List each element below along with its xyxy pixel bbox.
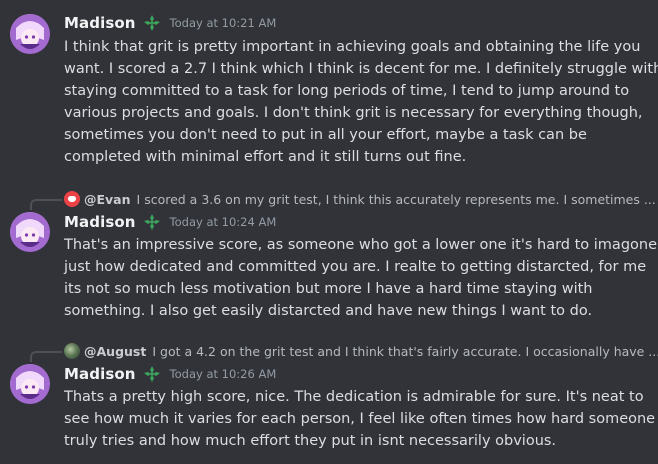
message-header: Madison Today at 10:24 AM: [64, 211, 276, 233]
reply-author[interactable]: @Evan: [84, 192, 131, 207]
user-photo-avatar-icon: [64, 343, 80, 359]
anime-avatar-icon: [10, 14, 50, 54]
reply-spine: [30, 199, 62, 210]
username[interactable]: Madison: [64, 213, 136, 231]
anime-avatar-icon: [10, 212, 50, 252]
message-timestamp[interactable]: Today at 10:24 AM: [170, 215, 277, 229]
reply-spine: [30, 351, 62, 362]
message-content: Thats a pretty high score, nice. The ded…: [64, 386, 656, 452]
message-timestamp[interactable]: Today at 10:21 AM: [170, 16, 277, 30]
message-line: something. I also get easily distarcted …: [64, 303, 593, 319]
username[interactable]: Madison: [64, 365, 136, 383]
user-avatar[interactable]: [10, 14, 50, 54]
message-line: Thats a pretty high score, nice. The ded…: [64, 389, 644, 405]
message-line: That's an impressive score, as someone w…: [64, 237, 657, 253]
message-line: completed with minimal effort and it sti…: [64, 149, 467, 165]
message-line: see how much it varies for each person, …: [64, 411, 656, 427]
message-header: Madison Today at 10:26 AM: [64, 363, 276, 385]
green-leaf-role-icon[interactable]: [142, 13, 162, 33]
reply-reference[interactable]: @August I got a 4.2 on the grit test and…: [64, 342, 658, 360]
chat-message-list: Madison Today at 10:21 AM I think that g…: [0, 0, 658, 464]
message-line: just how dedicated and committed you are…: [64, 259, 647, 275]
discord-default-avatar-icon: [64, 191, 80, 207]
anime-avatar-icon: [10, 364, 50, 404]
message-line: various projects and goals. I don't thin…: [64, 105, 643, 121]
message-content: That's an impressive score, as someone w…: [64, 234, 657, 322]
message-header: Madison Today at 10:21 AM: [64, 12, 276, 34]
reply-reference[interactable]: @Evan I scored a 3.6 on my grit test, I …: [64, 190, 656, 208]
message-line: its not so much less motivation but more…: [64, 281, 593, 297]
message-line: want. I scored a 2.7 I think which I thi…: [64, 61, 658, 77]
message-line: truly tries and how much effort they put…: [64, 433, 557, 449]
message-timestamp[interactable]: Today at 10:26 AM: [170, 367, 277, 381]
message-line: sometimes you don't need to put in all y…: [64, 127, 587, 143]
reply-preview-text[interactable]: I scored a 3.6 on my grit test, I think …: [137, 192, 656, 207]
username[interactable]: Madison: [64, 14, 136, 32]
user-avatar[interactable]: [10, 212, 50, 252]
green-leaf-role-icon[interactable]: [142, 212, 162, 232]
message-content: I think that grit is pretty important in…: [64, 36, 658, 168]
green-leaf-role-icon[interactable]: [142, 364, 162, 384]
reply-preview-text[interactable]: I got a 4.2 on the grit test and I think…: [152, 344, 658, 359]
message-line: I think that grit is pretty important in…: [64, 39, 641, 55]
message-line: staying committed to a task for long per…: [64, 83, 630, 99]
reply-author[interactable]: @August: [84, 344, 146, 359]
user-avatar[interactable]: [10, 364, 50, 404]
